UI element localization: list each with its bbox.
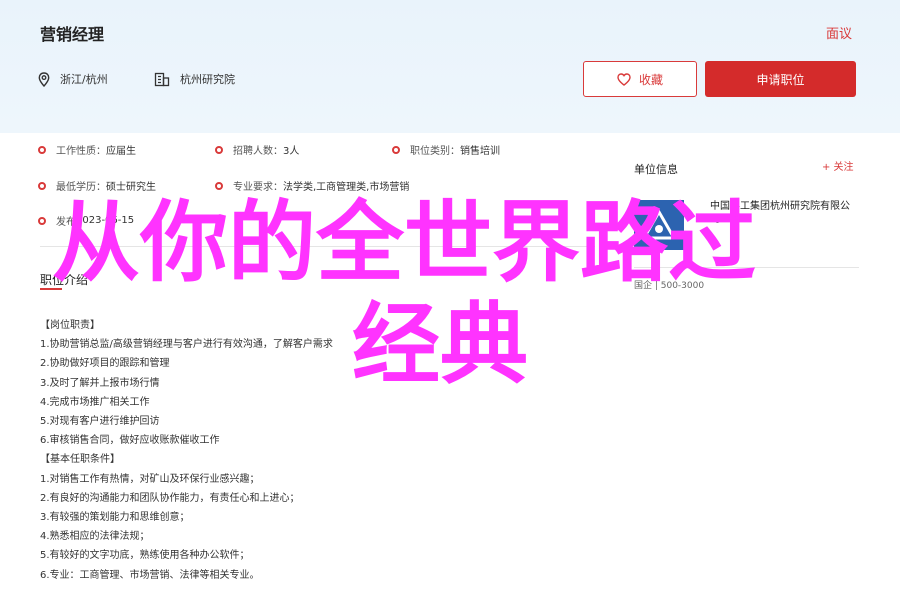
job-description: 【岗位职责】 1.协助营销总监/高级营销经理与客户进行有效沟通，了解客户需求 2… bbox=[40, 316, 600, 585]
description-line: 2.协助做好项目的跟踪和管理 bbox=[40, 358, 170, 370]
info-key: 职位类别： bbox=[410, 146, 460, 157]
info-education: 最低学历： 硕士研究生 bbox=[38, 178, 156, 193]
company-panel: 单位信息 + 关注 中国科工集团杭州研究院有限公司 国企 | 500-3000 bbox=[617, 150, 859, 300]
location: 浙江/杭州 bbox=[38, 71, 108, 87]
bullet-icon bbox=[38, 181, 46, 190]
company-type-size: 国企 | 500-3000 bbox=[634, 281, 705, 291]
favorite-label: 收藏 bbox=[638, 72, 663, 87]
info-key: 工作性质： bbox=[56, 146, 106, 157]
job-title: 营销经理 bbox=[40, 25, 105, 44]
bullet-icon bbox=[215, 181, 223, 190]
section-underline bbox=[40, 288, 62, 290]
description-line: 5.对现有客户进行维护回访 bbox=[40, 416, 160, 428]
description-line: 2.有良好的沟通能力和团队协作能力，有责任心和上进心； bbox=[40, 492, 300, 504]
info-value: 3人 bbox=[283, 146, 300, 157]
bullet-icon bbox=[38, 216, 46, 225]
apply-button[interactable]: 申请职位 bbox=[705, 61, 856, 97]
description-line: 【基本任职条件】 bbox=[40, 454, 120, 466]
description-line: 6.审核销售合同，做好应收账款催收工作 bbox=[40, 435, 220, 447]
bullet-icon bbox=[392, 145, 400, 154]
company-name[interactable]: 中国科工集团杭州研究院有限公司 bbox=[710, 200, 858, 226]
description-line: 4.完成市场推广相关工作 bbox=[40, 396, 150, 408]
section-divider bbox=[40, 246, 595, 247]
location-text: 浙江/杭州 bbox=[60, 73, 108, 86]
info-value: 硕士研究生 bbox=[106, 182, 156, 193]
info-key: 招聘人数： bbox=[233, 146, 283, 157]
company-logo-icon bbox=[634, 200, 684, 250]
info-key: 发布 bbox=[56, 217, 76, 228]
info-job-type: 工作性质： 应届生 bbox=[38, 142, 136, 157]
bullet-icon bbox=[38, 145, 46, 154]
info-key: 专业要求： bbox=[233, 182, 283, 193]
description-line: 3.及时了解并上报市场行情 bbox=[40, 377, 160, 389]
job-header: 营销经理 面议 浙江/杭州 杭州研究院 收藏 申请职位 bbox=[0, 0, 900, 133]
company-logo[interactable] bbox=[634, 200, 684, 250]
favorite-button[interactable]: 收藏 bbox=[583, 61, 697, 97]
info-value: 法学类,工商管理类,市场营销 bbox=[283, 182, 410, 193]
info-publish-date: 发布 2023-06-15 bbox=[38, 213, 134, 228]
description-line: 6.专业：工商管理、市场营销、法律等相关专业。 bbox=[40, 569, 260, 581]
description-line: 【岗位职责】 bbox=[40, 320, 100, 331]
section-title: 职位介绍 bbox=[40, 273, 89, 287]
panel-title: 单位信息 bbox=[634, 163, 678, 176]
company-link[interactable]: 杭州研究院 bbox=[180, 71, 235, 87]
description-line: 3.有较强的策划能力和思维创意； bbox=[40, 512, 190, 524]
info-category: 职位类别： 销售培训 bbox=[392, 142, 500, 157]
location-pin-icon bbox=[38, 71, 50, 87]
apply-label: 申请职位 bbox=[756, 72, 805, 87]
follow-button[interactable]: + 关注 bbox=[822, 158, 854, 173]
info-value: 销售培训 bbox=[460, 146, 500, 157]
info-headcount: 招聘人数： 3人 bbox=[215, 142, 299, 157]
panel-divider bbox=[634, 267, 859, 268]
company-meta: 杭州研究院 bbox=[154, 71, 235, 87]
description-line: 1.对销售工作有热情，对矿山及环保行业感兴趣； bbox=[40, 473, 260, 485]
description-line: 5.有较好的文字功底，熟练使用各种办公软件； bbox=[40, 550, 250, 562]
info-key: 最低学历： bbox=[56, 182, 106, 193]
info-major: 专业要求： 法学类,工商管理类,市场营销 bbox=[215, 178, 409, 193]
info-value: 应届生 bbox=[106, 146, 136, 157]
bullet-icon bbox=[215, 145, 223, 154]
heart-icon bbox=[617, 72, 631, 86]
salary-label: 面议 bbox=[826, 27, 853, 42]
description-line: 1.协助营销总监/高级营销经理与客户进行有效沟通，了解客户需求 bbox=[40, 339, 333, 351]
building-icon bbox=[154, 72, 170, 86]
description-line: 4.熟悉相应的法律法规； bbox=[40, 531, 150, 543]
info-value: 2023-06-15 bbox=[76, 215, 135, 226]
